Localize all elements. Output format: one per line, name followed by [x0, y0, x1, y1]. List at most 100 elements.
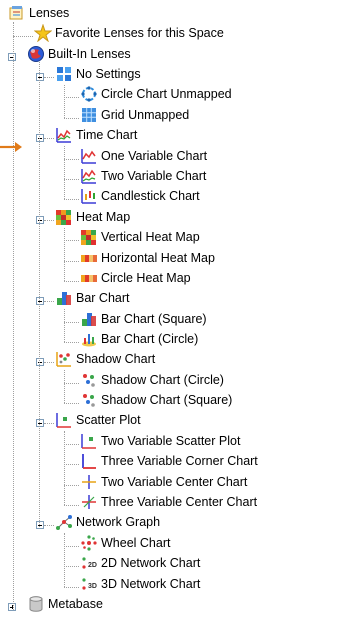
tree-connector	[64, 342, 79, 343]
tree-connector	[64, 431, 65, 505]
tree-item-label: Time Chart	[76, 128, 138, 142]
tree-item-shadow-chart-square[interactable]: Shadow Chart (Square)	[80, 390, 232, 410]
tree-connector	[13, 36, 33, 37]
tree-item-label: Three Variable Center Chart	[101, 495, 258, 509]
tree-item-scatter-plot[interactable]: Scatter Plot	[55, 410, 141, 430]
tree-item-shadow-chart-circle[interactable]: Shadow Chart (Circle)	[80, 370, 224, 390]
tree-connector	[44, 220, 54, 221]
network-graph-icon	[56, 515, 72, 530]
collapse-toggle[interactable]	[8, 53, 16, 61]
lenses-folder-icon	[9, 6, 23, 20]
tree-item-label: No Settings	[76, 67, 141, 81]
tree-item-label: Three Variable Corner Chart	[101, 454, 258, 468]
tree-item-3d-network-chart[interactable]: 3D 3D Network Chart	[80, 574, 200, 594]
tree-item-bar-chart-square[interactable]: Bar Chart (Square)	[80, 309, 207, 329]
tree-item-label: Candlestick Chart	[101, 189, 200, 203]
star-icon	[34, 24, 52, 42]
tree-connector	[44, 77, 54, 78]
tree-connector	[64, 403, 79, 404]
tree-item-label: Two Variable Scatter Plot	[101, 434, 241, 448]
tree-item-network-graph[interactable]: Network Graph	[55, 512, 160, 532]
tree-item-circle-heat-map[interactable]: Circle Heat Map	[80, 268, 191, 288]
tree-connector	[64, 566, 79, 567]
tree-item-grid-unmapped[interactable]: Grid Unmapped	[80, 105, 189, 125]
collapse-toggle[interactable]	[36, 521, 44, 529]
shadow-chart-circle-icon	[83, 374, 95, 387]
two-variable-chart-icon	[81, 169, 96, 184]
tree-connector	[64, 383, 79, 384]
collapse-toggle[interactable]	[36, 73, 44, 81]
tree-connector	[44, 362, 54, 363]
shadow-chart-square-icon	[83, 394, 95, 407]
candlestick-chart-icon	[81, 189, 96, 204]
tree-connector	[64, 322, 79, 323]
tree-connector	[64, 240, 79, 241]
tree-item-bar-chart[interactable]: Bar Chart	[55, 288, 130, 308]
tree-item-label: Bar Chart (Square)	[101, 312, 207, 326]
tree-item-two-variable-chart[interactable]: Two Variable Chart	[80, 166, 206, 186]
wheel-chart-icon	[81, 535, 97, 551]
tree-connector	[64, 505, 79, 506]
pointer-arrow-icon	[0, 142, 22, 152]
shadow-chart-icon	[56, 352, 71, 367]
collapse-toggle[interactable]	[36, 134, 44, 142]
tree-item-label: Heat Map	[76, 210, 131, 224]
tree-item-no-settings[interactable]: No Settings	[55, 64, 141, 84]
tree-item-time-chart[interactable]: Time Chart	[55, 125, 137, 145]
collapse-toggle[interactable]	[36, 297, 44, 305]
grid-icon	[82, 108, 96, 122]
vertical-heat-map-icon	[81, 230, 96, 245]
tree-item-label: Grid Unmapped	[101, 108, 190, 122]
tree-item-shadow-chart[interactable]: Shadow Chart	[55, 349, 155, 369]
expand-toggle[interactable]	[8, 603, 16, 611]
tree-item-label: Two Variable Center Chart	[101, 475, 248, 489]
network-3d-icon: 3D	[82, 578, 97, 590]
tree-item-metabase[interactable]: Metabase	[27, 594, 103, 614]
tree-item-three-variable-corner-chart[interactable]: Three Variable Corner Chart	[80, 451, 258, 471]
tree-item-vertical-heat-map[interactable]: Vertical Heat Map	[80, 227, 200, 247]
tree-item-2d-network-chart[interactable]: 2D 2D Network Chart	[80, 553, 200, 573]
tree-item-wheel-chart[interactable]: Wheel Chart	[80, 533, 170, 553]
collapse-toggle[interactable]	[36, 358, 44, 366]
tree-connector	[64, 85, 65, 118]
tree-item-horizontal-heat-map[interactable]: Horizontal Heat Map	[80, 248, 215, 268]
tree-item-bar-chart-circle[interactable]: Bar Chart (Circle)	[80, 329, 198, 349]
tree-item-circle-chart-unmapped[interactable]: Circle Chart Unmapped	[80, 84, 232, 104]
tree-item-label: Favorite Lenses for this Space	[55, 26, 224, 40]
tree-connector	[44, 138, 54, 139]
tree-item-lenses[interactable]: Lenses	[8, 3, 69, 23]
three-variable-center-icon	[82, 495, 96, 509]
tree-item-two-variable-center-chart[interactable]: Two Variable Center Chart	[80, 472, 247, 492]
tree-connector	[64, 228, 65, 281]
tree-item-candlestick-chart[interactable]: Candlestick Chart	[80, 186, 200, 206]
tree-connector	[64, 485, 79, 486]
tree-item-label: Shadow Chart	[76, 352, 156, 366]
horizontal-heat-map-icon	[81, 255, 97, 262]
collapse-toggle[interactable]	[36, 216, 44, 224]
tree-connector	[64, 370, 65, 403]
tree-connector	[39, 62, 40, 527]
bar-chart-square-icon	[82, 313, 96, 326]
bar-chart-icon	[57, 292, 71, 305]
tree-item-favorite-lenses-for-this-space[interactable]: Favorite Lenses for this Space	[34, 23, 224, 43]
tree-item-label: Shadow Chart (Circle)	[101, 373, 224, 387]
tree-item-heat-map[interactable]: Heat Map	[55, 207, 130, 227]
tree-item-label: 2D Network Chart	[101, 556, 201, 570]
tree-item-label: One Variable Chart	[101, 149, 208, 163]
scatter-plot-icon	[56, 413, 71, 428]
tree-connector	[64, 444, 79, 445]
tree-connector	[64, 533, 65, 587]
tree-connector	[64, 118, 79, 119]
tree-connector	[64, 309, 65, 342]
tree-item-label: 3D Network Chart	[101, 577, 201, 591]
two-variable-scatter-icon	[81, 434, 96, 449]
tree-item-built-in-lenses[interactable]: Built-In Lenses	[27, 44, 131, 64]
heat-map-icon	[56, 210, 71, 225]
tree-item-three-variable-center-chart[interactable]: Three Variable Center Chart	[80, 492, 257, 512]
tree-item-label: Bar Chart	[76, 291, 130, 305]
tree-item-one-variable-chart[interactable]: One Variable Chart	[80, 146, 207, 166]
tree-connector	[64, 281, 79, 282]
tree-item-two-variable-scatter-plot[interactable]: Two Variable Scatter Plot	[80, 431, 240, 451]
collapse-toggle[interactable]	[36, 419, 44, 427]
tree-connector	[64, 97, 79, 98]
